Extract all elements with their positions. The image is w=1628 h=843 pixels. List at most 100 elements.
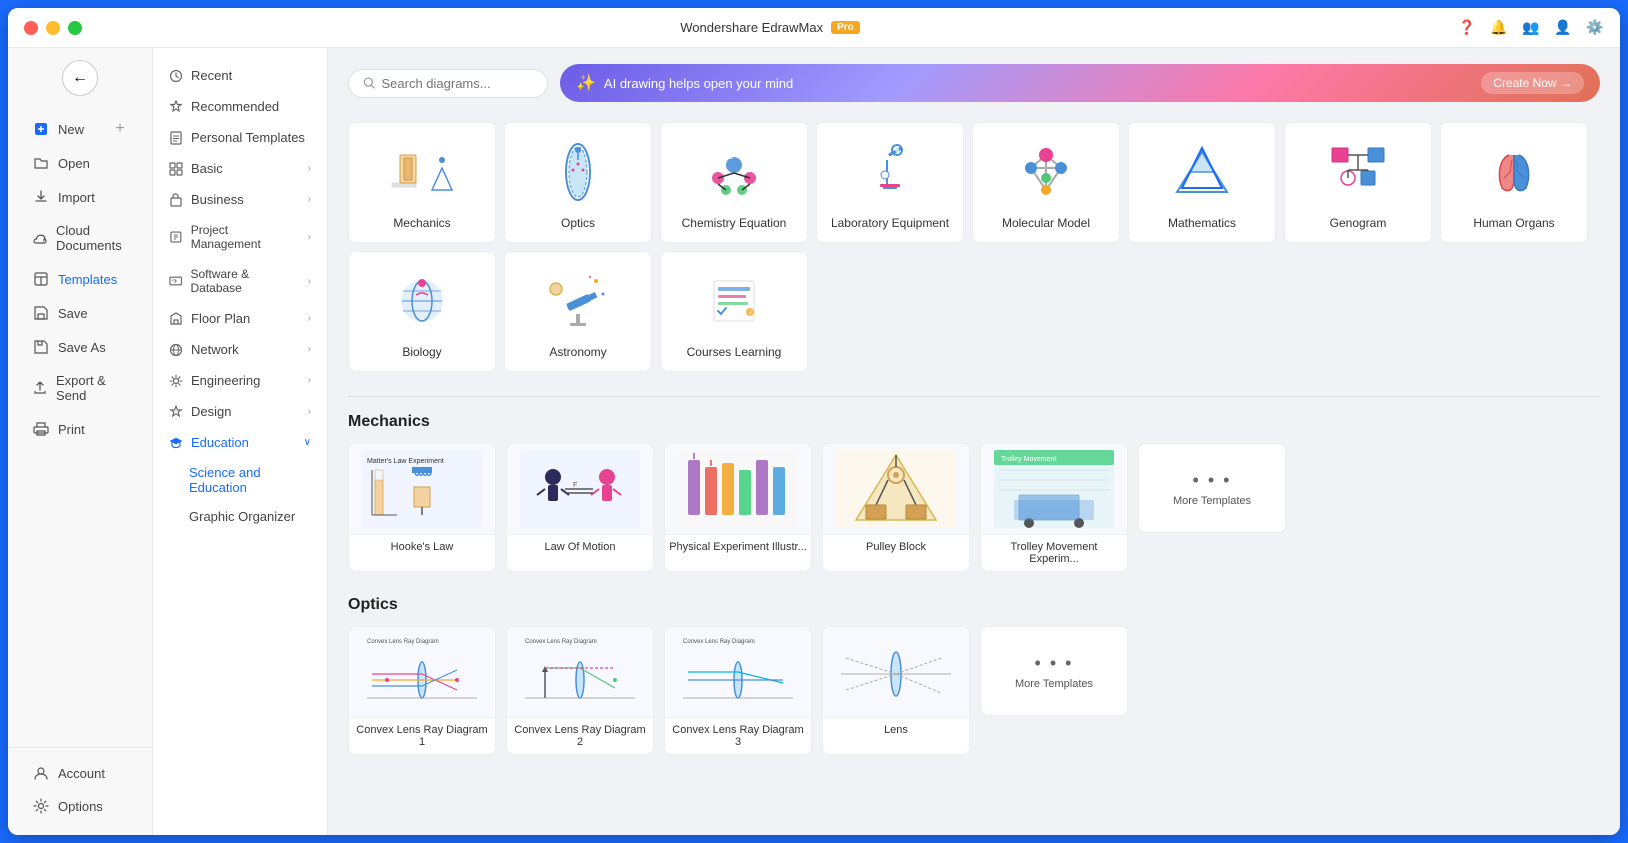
sidebar-item-print[interactable]: Print xyxy=(16,413,144,445)
maximize-button[interactable]: □ xyxy=(68,21,82,35)
sidebar-item-account[interactable]: Account xyxy=(16,757,144,789)
molecular-label: Molecular Model xyxy=(1002,216,1090,230)
svg-text:✓: ✓ xyxy=(748,310,754,317)
sidebar-item-import[interactable]: Import xyxy=(16,181,144,213)
account-label: Account xyxy=(58,766,105,781)
recent-label: Recent xyxy=(191,68,232,83)
user-icon[interactable]: 👤 xyxy=(1554,19,1572,37)
software-chevron: › xyxy=(308,276,311,287)
engineering-icon xyxy=(169,374,183,388)
convex1-label: Convex Lens Ray Diagram 1 xyxy=(349,717,495,754)
settings-icon[interactable]: ⚙️ xyxy=(1586,19,1604,37)
education-icon xyxy=(169,436,183,450)
sidebar-item-network[interactable]: Network › xyxy=(153,334,327,365)
chemistry-thumb: HO OH xyxy=(684,135,784,210)
template-convex3[interactable]: Convex Lens Ray Diagram xyxy=(664,626,812,755)
physical-label: Physical Experiment Illustr... xyxy=(665,534,811,559)
category-genogram[interactable]: Genogram xyxy=(1284,122,1432,243)
sidebar-item-education[interactable]: Education ∨ xyxy=(153,427,327,458)
sidebar-item-open[interactable]: Open xyxy=(16,147,144,179)
lab-thumb xyxy=(840,135,940,210)
create-now-button[interactable]: Create Now → xyxy=(1481,72,1584,94)
sidebar-sub-item-science[interactable]: Science and Education xyxy=(153,458,327,502)
engineering-label: Engineering xyxy=(191,373,260,388)
sidebar-item-personal[interactable]: Personal Templates xyxy=(153,122,327,153)
sidebar-item-basic[interactable]: Basic › xyxy=(153,153,327,184)
mechanics-template-grid: Matter's Law Experiment xyxy=(348,443,1600,572)
template-lens[interactable]: Lens xyxy=(822,626,970,755)
sidebar-item-floor[interactable]: Floor Plan › xyxy=(153,303,327,334)
category-optics[interactable]: Optics xyxy=(504,122,652,243)
search-input[interactable] xyxy=(381,76,533,91)
ai-banner[interactable]: ✨ AI drawing helps open your mind Create… xyxy=(560,64,1600,102)
sidebar-item-saveas[interactable]: Save As xyxy=(16,331,144,363)
template-trolley[interactable]: Trolley Movement xyxy=(980,443,1128,572)
courses-thumb: ✓ xyxy=(684,264,784,339)
team-icon[interactable]: 👥 xyxy=(1522,19,1540,37)
sidebar-item-design[interactable]: Design › xyxy=(153,396,327,427)
template-law-motion[interactable]: F Law Of Motion xyxy=(506,443,654,572)
app-window: × − □ Wondershare EdrawMax Pro ❓ 🔔 👥 👤 ⚙… xyxy=(8,8,1620,835)
new-label: New xyxy=(58,122,104,137)
template-convex2[interactable]: Convex Lens Ray Diagram xyxy=(506,626,654,755)
search-box[interactable] xyxy=(348,69,548,98)
minimize-button[interactable]: − xyxy=(46,21,60,35)
sidebar-item-save[interactable]: Save xyxy=(16,297,144,329)
more-optics-dots: • • • xyxy=(1035,653,1074,674)
convex3-label: Convex Lens Ray Diagram 3 xyxy=(665,717,811,754)
category-biology[interactable]: Biology xyxy=(348,251,496,372)
hookes-thumb: Matter's Law Experiment xyxy=(349,444,495,534)
notification-icon[interactable]: 🔔 xyxy=(1490,19,1508,37)
software-label: Software & Database xyxy=(190,267,299,295)
category-human-organs[interactable]: Human Organs xyxy=(1440,122,1588,243)
sidebar-item-recent[interactable]: Recent xyxy=(153,60,327,91)
courses-label: Courses Learning xyxy=(687,345,782,359)
sidebar-sub-item-graphic[interactable]: Graphic Organizer xyxy=(153,502,327,531)
sidebar-item-cloud[interactable]: Cloud Documents xyxy=(16,215,144,261)
more-mechanics-button[interactable]: • • • More Templates xyxy=(1138,443,1286,533)
category-courses[interactable]: ✓ Courses Learning xyxy=(660,251,808,372)
close-button[interactable]: × xyxy=(24,21,38,35)
template-pulley[interactable]: Pulley Block xyxy=(822,443,970,572)
sidebar-item-project[interactable]: Project Management › xyxy=(153,215,327,259)
sidebar-item-business[interactable]: Business › xyxy=(153,184,327,215)
category-astronomy[interactable]: Astronomy xyxy=(504,251,652,372)
basic-chevron: › xyxy=(308,163,311,174)
more-optics-button[interactable]: • • • More Templates xyxy=(980,626,1128,716)
category-grid: Mechanics xyxy=(348,122,1600,372)
template-convex1[interactable]: Convex Lens Ray Diagram xyxy=(348,626,496,755)
optics-label: Optics xyxy=(561,216,595,230)
export-label: Export & Send xyxy=(56,373,128,403)
new-add-button[interactable]: + xyxy=(112,121,128,137)
sidebar-item-recommended[interactable]: Recommended xyxy=(153,91,327,122)
sidebar-item-templates[interactable]: Templates xyxy=(16,263,144,295)
personal-icon xyxy=(169,131,183,145)
genogram-label: Genogram xyxy=(1330,216,1387,230)
network-icon xyxy=(169,343,183,357)
project-chevron: › xyxy=(308,232,311,243)
category-lab[interactable]: Laboratory Equipment xyxy=(816,122,964,243)
project-icon xyxy=(169,230,183,244)
back-button[interactable]: ← xyxy=(62,60,98,96)
help-icon[interactable]: ❓ xyxy=(1458,19,1476,37)
biology-thumb xyxy=(372,264,472,339)
templates-icon xyxy=(32,271,50,287)
sidebar-item-software[interactable]: Software & Database › xyxy=(153,259,327,303)
more-mechanics-label: More Templates xyxy=(1173,495,1251,507)
category-mechanics[interactable]: Mechanics xyxy=(348,122,496,243)
template-physical[interactable]: Physical Experiment Illustr... xyxy=(664,443,812,572)
sidebar-item-options[interactable]: Options xyxy=(16,790,144,822)
sidebar-item-new[interactable]: New + xyxy=(16,113,144,145)
sidebar-item-engineering[interactable]: Engineering › xyxy=(153,365,327,396)
template-hookes[interactable]: Matter's Law Experiment xyxy=(348,443,496,572)
trolley-thumb: Trolley Movement xyxy=(981,444,1127,534)
human-organs-label: Human Organs xyxy=(1473,216,1554,230)
back-icon: ← xyxy=(72,69,88,87)
search-ai-bar: ✨ AI drawing helps open your mind Create… xyxy=(348,64,1600,102)
recommended-icon xyxy=(169,100,183,114)
category-molecular[interactable]: Molecular Model xyxy=(972,122,1120,243)
sidebar-item-export[interactable]: Export & Send xyxy=(16,365,144,411)
main-area: ← New + Open Import xyxy=(8,48,1620,835)
category-mathematics[interactable]: Mathematics xyxy=(1128,122,1276,243)
category-chemistry[interactable]: HO OH Chemistry Equation xyxy=(660,122,808,243)
